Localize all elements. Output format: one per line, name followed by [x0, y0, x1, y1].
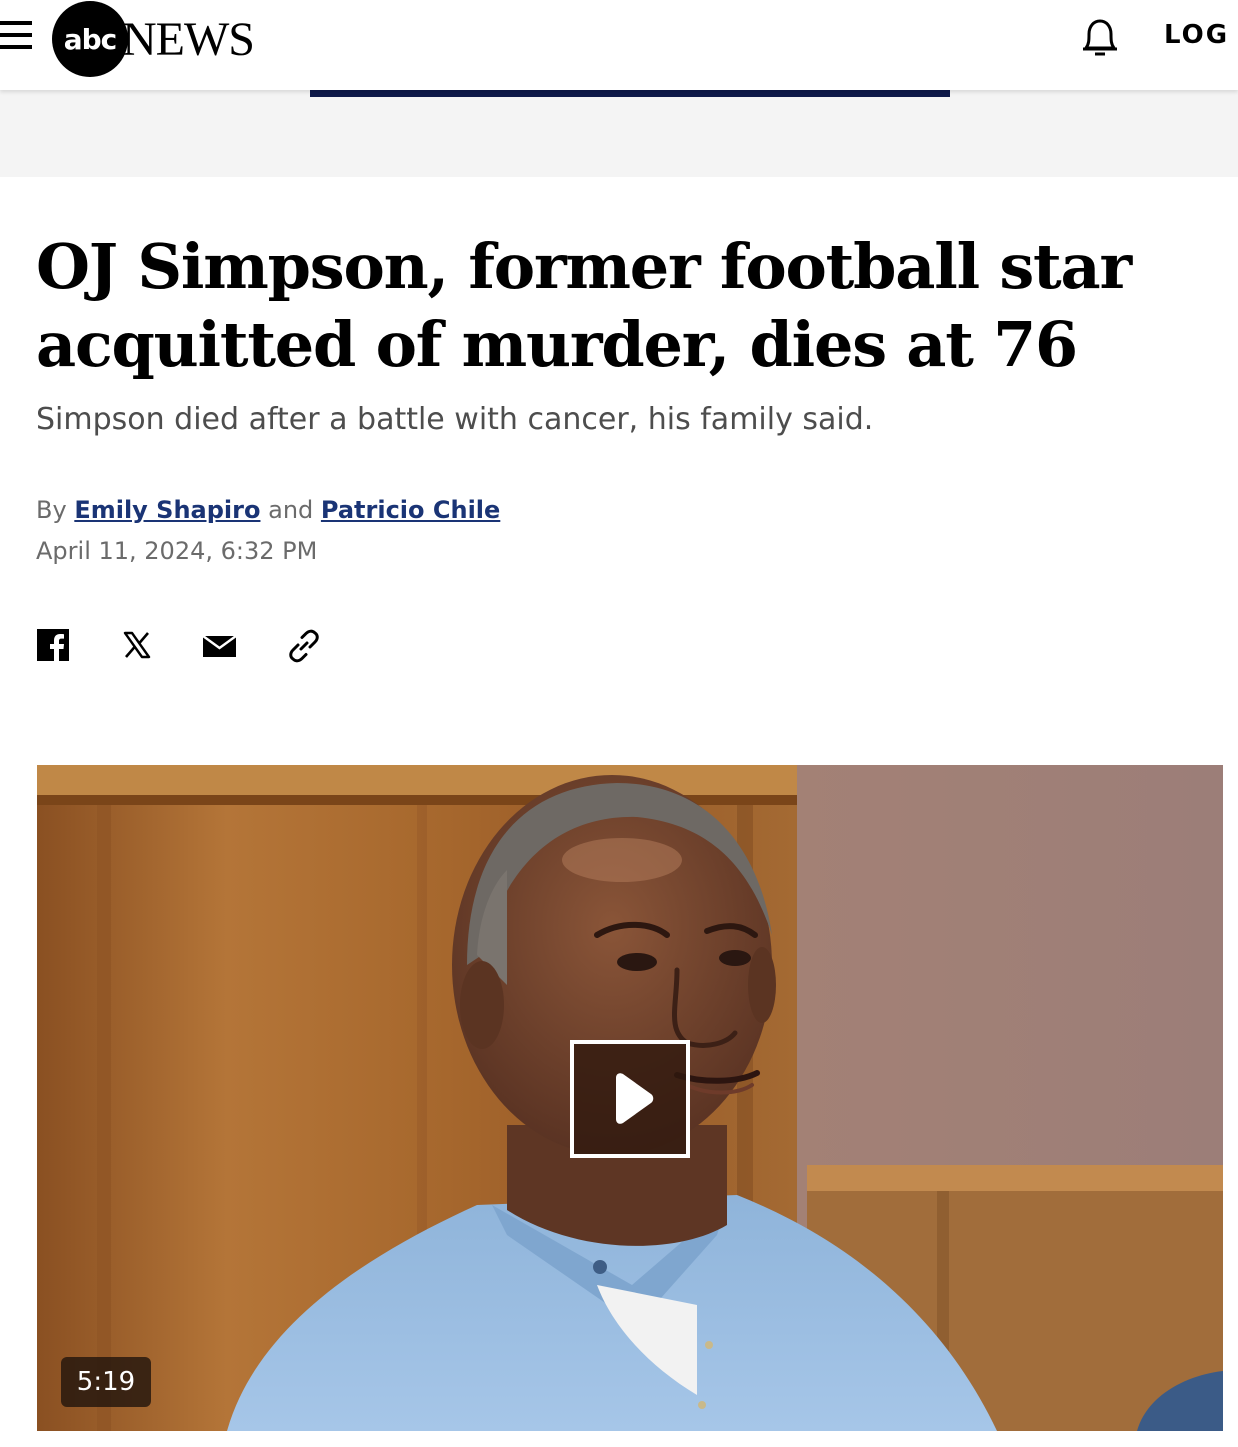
author-link-emily-shapiro[interactable]: Emily Shapiro — [74, 496, 260, 524]
facebook-icon[interactable] — [36, 628, 72, 664]
article-headline: OJ Simpson, former football star acquitt… — [36, 230, 1132, 381]
x-icon[interactable] — [120, 628, 156, 664]
ad-banner[interactable] — [310, 90, 950, 97]
article-subheadline: Simpson died after a battle with cancer,… — [36, 402, 874, 437]
byline: By Emily Shapiro and Patricio Chile — [36, 496, 500, 524]
play-button[interactable] — [570, 1040, 690, 1158]
abc-news-logo[interactable]: abc NEWS — [52, 0, 282, 78]
byline-conjunction: and — [268, 496, 314, 524]
byline-prefix: By — [36, 496, 67, 524]
author-link-patricio-chile[interactable]: Patricio Chile — [321, 496, 500, 524]
share-bar — [36, 628, 356, 668]
login-link[interactable]: LOG I — [1164, 20, 1238, 50]
play-icon — [616, 1073, 654, 1124]
ad-slot — [0, 90, 1238, 177]
logo-mark: abc — [52, 1, 128, 77]
link-icon[interactable] — [286, 628, 322, 664]
email-icon[interactable] — [202, 628, 238, 664]
publish-date: April 11, 2024, 6:32 PM — [36, 537, 318, 565]
site-header: abc NEWS LOG I — [0, 0, 1238, 90]
menu-icon[interactable] — [0, 18, 32, 52]
logo-wordmark: NEWS — [122, 12, 255, 66]
video-duration: 5:19 — [61, 1357, 151, 1407]
video-player[interactable]: 5:19 — [37, 765, 1223, 1431]
bell-icon[interactable] — [1078, 14, 1122, 60]
